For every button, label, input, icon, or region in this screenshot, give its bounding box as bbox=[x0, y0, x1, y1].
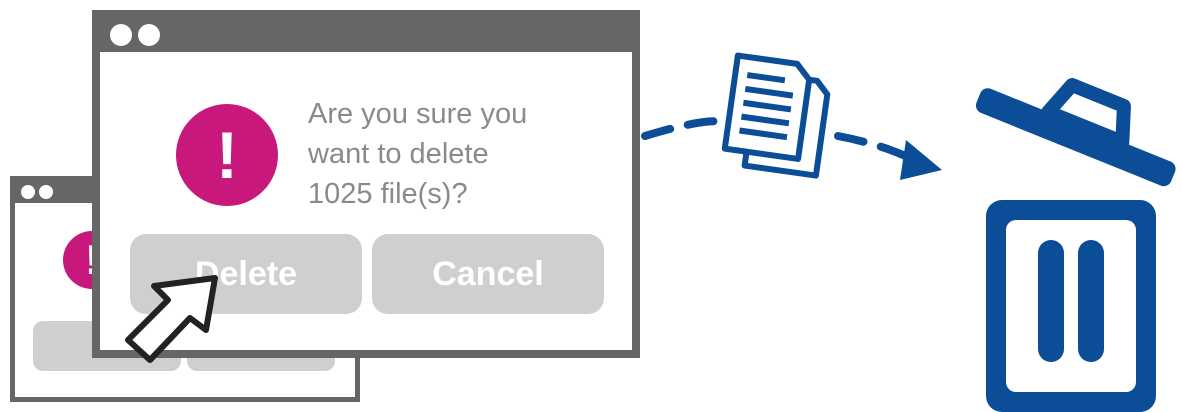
alert-icon: ! bbox=[176, 104, 278, 206]
cancel-button[interactable]: Cancel bbox=[372, 234, 604, 314]
window-dot-2[interactable] bbox=[138, 24, 160, 46]
window-dot-2[interactable] bbox=[39, 185, 53, 199]
delete-button[interactable]: Delete bbox=[130, 234, 362, 314]
window-dot-1[interactable] bbox=[21, 185, 35, 199]
confirm-message: Are you sure you want to delete 1025 fil… bbox=[308, 94, 608, 214]
message-line-3: 1025 file(s)? bbox=[308, 178, 468, 210]
window-dot-1[interactable] bbox=[110, 24, 132, 46]
message-line-2: want to delete bbox=[308, 138, 489, 170]
front-dialog-titlebar bbox=[100, 18, 632, 52]
message-line-1: Are you sure you bbox=[308, 98, 528, 130]
front-dialog-window: ! Are you sure you want to delete 1025 f… bbox=[92, 10, 640, 358]
